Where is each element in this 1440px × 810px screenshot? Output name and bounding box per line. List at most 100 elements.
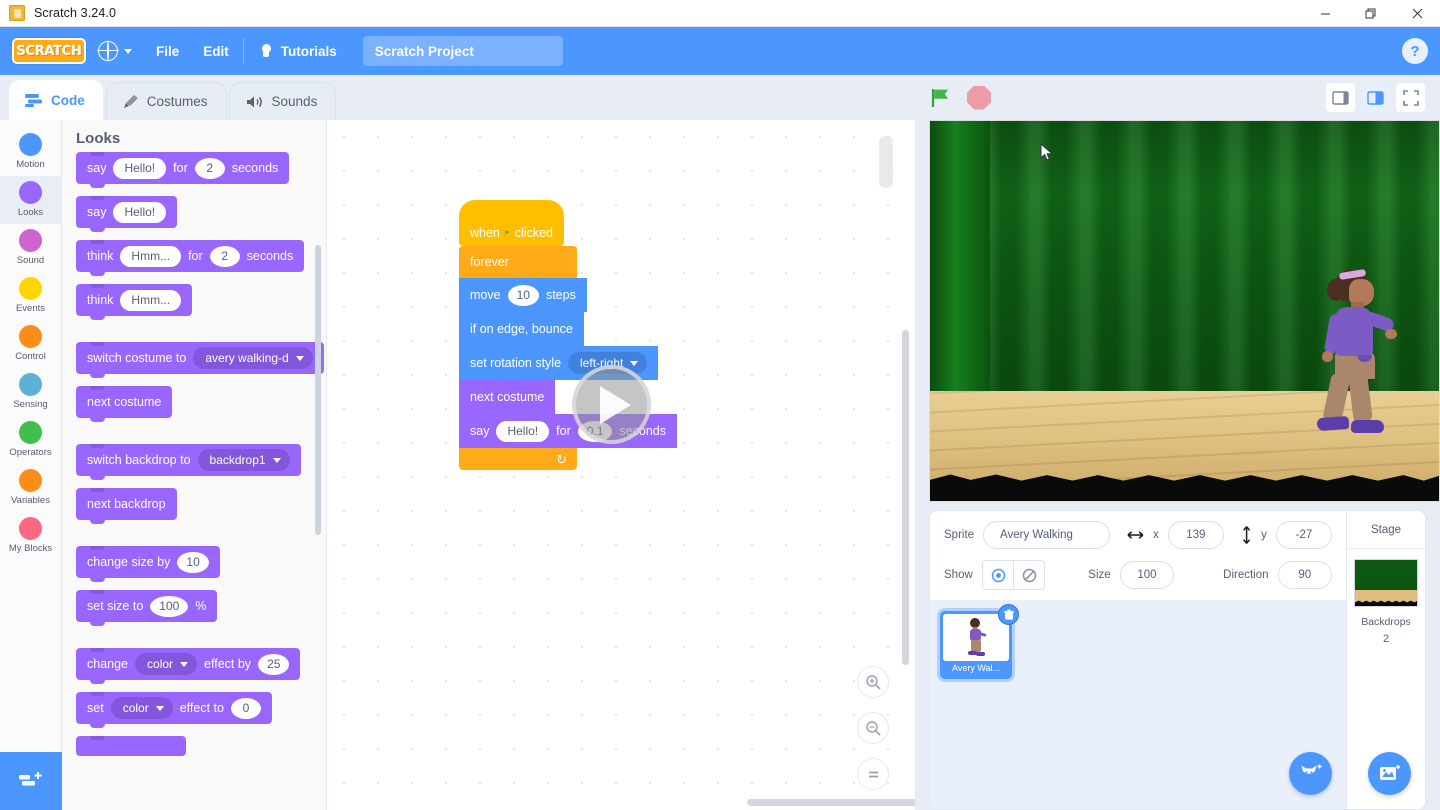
block-input-message[interactable]: Hello!	[113, 201, 167, 223]
add-extension-button[interactable]	[0, 752, 62, 810]
palette-gap	[76, 532, 326, 546]
menu-tutorials[interactable]: Tutorials	[246, 27, 349, 75]
play-icon[interactable]	[572, 365, 651, 444]
block-input-message[interactable]: Hmm...	[120, 289, 182, 311]
stage-display[interactable]	[929, 120, 1440, 502]
block-input-seconds[interactable]: 2	[194, 157, 225, 179]
large-stage-icon[interactable]	[1360, 82, 1391, 113]
tab-sounds[interactable]: Sounds	[228, 82, 337, 120]
palette-heading: Looks	[76, 130, 121, 147]
category-my-blocks[interactable]: My Blocks	[0, 512, 62, 560]
green-flag-icon[interactable]	[929, 86, 953, 110]
menu-divider	[242, 38, 244, 64]
block-input-amount[interactable]: 25	[258, 653, 290, 675]
palette-block-partial[interactable]	[76, 736, 186, 756]
palette-block-switch-backdrop[interactable]: switch backdrop to backdrop1	[76, 444, 301, 480]
sprite-size-input[interactable]: 100	[1119, 561, 1175, 589]
category-control[interactable]: Control	[0, 320, 62, 368]
block-input-size[interactable]: 100	[150, 595, 189, 617]
sprite-name-input[interactable]: Avery Walking	[983, 521, 1111, 549]
block-input-message[interactable]: Hmm...	[120, 245, 182, 267]
category-looks[interactable]: Looks	[0, 176, 62, 224]
palette-block-change-size[interactable]: change size by 10	[76, 546, 220, 582]
sprite-x-input[interactable]: 139	[1167, 521, 1224, 549]
block-text: for	[173, 161, 188, 175]
zoom-in-icon[interactable]	[857, 666, 889, 698]
category-variables[interactable]: Variables	[0, 464, 62, 512]
eye-hide-icon[interactable]	[1013, 561, 1045, 589]
block-dropdown-effect[interactable]: color	[110, 697, 173, 719]
palette-block-think[interactable]: think Hmm...	[76, 284, 193, 320]
small-stage-icon[interactable]	[1325, 82, 1356, 113]
block-input-steps[interactable]: 10	[507, 284, 539, 306]
sprite-thumbnail	[943, 614, 1009, 661]
language-menu[interactable]	[86, 27, 144, 75]
block-dropdown-backdrop[interactable]: backdrop1	[197, 449, 290, 471]
scratch-logo[interactable]: SCRATCH	[12, 38, 86, 64]
palette-block-set-size[interactable]: set size to 100 %	[76, 590, 218, 626]
palette-block-set-effect[interactable]: set color effect to 0	[76, 692, 272, 728]
sprite-name-label: Sprite	[944, 529, 975, 541]
restore-icon[interactable]	[1348, 0, 1394, 27]
avery-walking-sprite[interactable]	[1309, 268, 1397, 439]
palette-block-say[interactable]: say Hello!	[76, 196, 178, 232]
scratch-logo-text: SCRATCH	[16, 43, 82, 59]
eye-show-icon[interactable]	[982, 561, 1014, 589]
stop-icon[interactable]	[967, 85, 991, 110]
palette-block-think-for-seconds[interactable]: think Hmm... for 2 seconds	[76, 240, 305, 276]
close-icon[interactable]	[1394, 0, 1440, 27]
category-motion[interactable]: Motion	[0, 128, 62, 176]
palette-gap	[76, 328, 326, 342]
tab-code[interactable]: Code	[8, 79, 104, 120]
palette-block-switch-costume[interactable]: switch costume to avery walking-d	[76, 342, 324, 378]
category-operators[interactable]: Operators	[0, 416, 62, 464]
canvas-vertical-scrollbar[interactable]	[902, 330, 909, 665]
block-next-costume[interactable]: next costume	[459, 380, 556, 414]
sprite-y-input[interactable]: -27	[1275, 521, 1332, 549]
block-input-message[interactable]: Hello!	[113, 157, 167, 179]
trash-icon[interactable]	[998, 604, 1019, 625]
tab-sounds-label: Sounds	[271, 94, 318, 109]
palette-scrollbar[interactable]	[315, 245, 321, 535]
minimize-icon[interactable]	[1302, 0, 1348, 27]
zoom-out-icon[interactable]	[857, 712, 889, 744]
tab-costumes[interactable]: Costumes	[105, 82, 227, 120]
help-button[interactable]: ?	[1402, 38, 1428, 64]
palette-block-next-backdrop[interactable]: next backdrop	[76, 488, 177, 524]
block-if-on-edge-bounce[interactable]: if on edge, bounce	[459, 312, 584, 346]
block-move-steps[interactable]: move 10 steps	[459, 278, 587, 312]
sprite-direction-label: Direction	[1223, 569, 1269, 581]
block-input-amount[interactable]: 10	[177, 551, 209, 573]
menu-edit[interactable]: Edit	[191, 27, 241, 75]
sprite-item-avery-walking[interactable]: Avery Wal...	[940, 604, 1019, 679]
window-title: Scratch 3.24.0	[34, 6, 117, 20]
zoom-reset-icon[interactable]	[857, 758, 889, 790]
palette-block-change-effect[interactable]: change color effect by 25	[76, 648, 301, 684]
palette-block-say-for-seconds[interactable]: say Hello! for 2 seconds	[76, 152, 290, 188]
menu-file[interactable]: File	[144, 27, 191, 75]
stage-backdrop-thumbnail[interactable]	[1354, 559, 1418, 607]
category-sound[interactable]: Sound	[0, 224, 62, 272]
block-when-green-flag-clicked[interactable]: when clicked	[459, 200, 564, 246]
category-sensing[interactable]: Sensing	[0, 368, 62, 416]
canvas-horizontal-scrollbar[interactable]	[747, 799, 915, 806]
block-input-value[interactable]: 0	[230, 697, 261, 719]
sprite-direction-input[interactable]: 90	[1277, 561, 1332, 589]
add-backdrop-button[interactable]	[1368, 752, 1411, 795]
fullscreen-icon[interactable]	[1395, 82, 1426, 113]
add-sprite-button[interactable]	[1289, 752, 1332, 795]
block-palette[interactable]: Looks say Hello! for 2 seconds say Hello…	[62, 120, 327, 810]
block-input-message[interactable]: Hello!	[496, 420, 550, 442]
menu-edit-label: Edit	[203, 43, 229, 59]
sprite-direction-value: 90	[1298, 569, 1312, 581]
project-name-input[interactable]: Scratch Project	[362, 36, 563, 66]
script-canvas[interactable]: when clicked forever move 10 steps if on…	[327, 120, 915, 810]
block-dropdown-costume[interactable]: avery walking-d	[193, 347, 313, 369]
avery-thumbnail-icon	[968, 617, 987, 656]
category-events[interactable]: Events	[0, 272, 62, 320]
block-forever[interactable]: forever move 10 steps if on edge, bounce…	[459, 246, 677, 470]
block-dropdown-effect[interactable]: color	[135, 653, 198, 675]
palette-block-next-costume[interactable]: next costume	[76, 386, 173, 422]
block-input-seconds[interactable]: 2	[209, 245, 240, 267]
script-stack[interactable]: when clicked forever move 10 steps if on…	[459, 200, 677, 470]
